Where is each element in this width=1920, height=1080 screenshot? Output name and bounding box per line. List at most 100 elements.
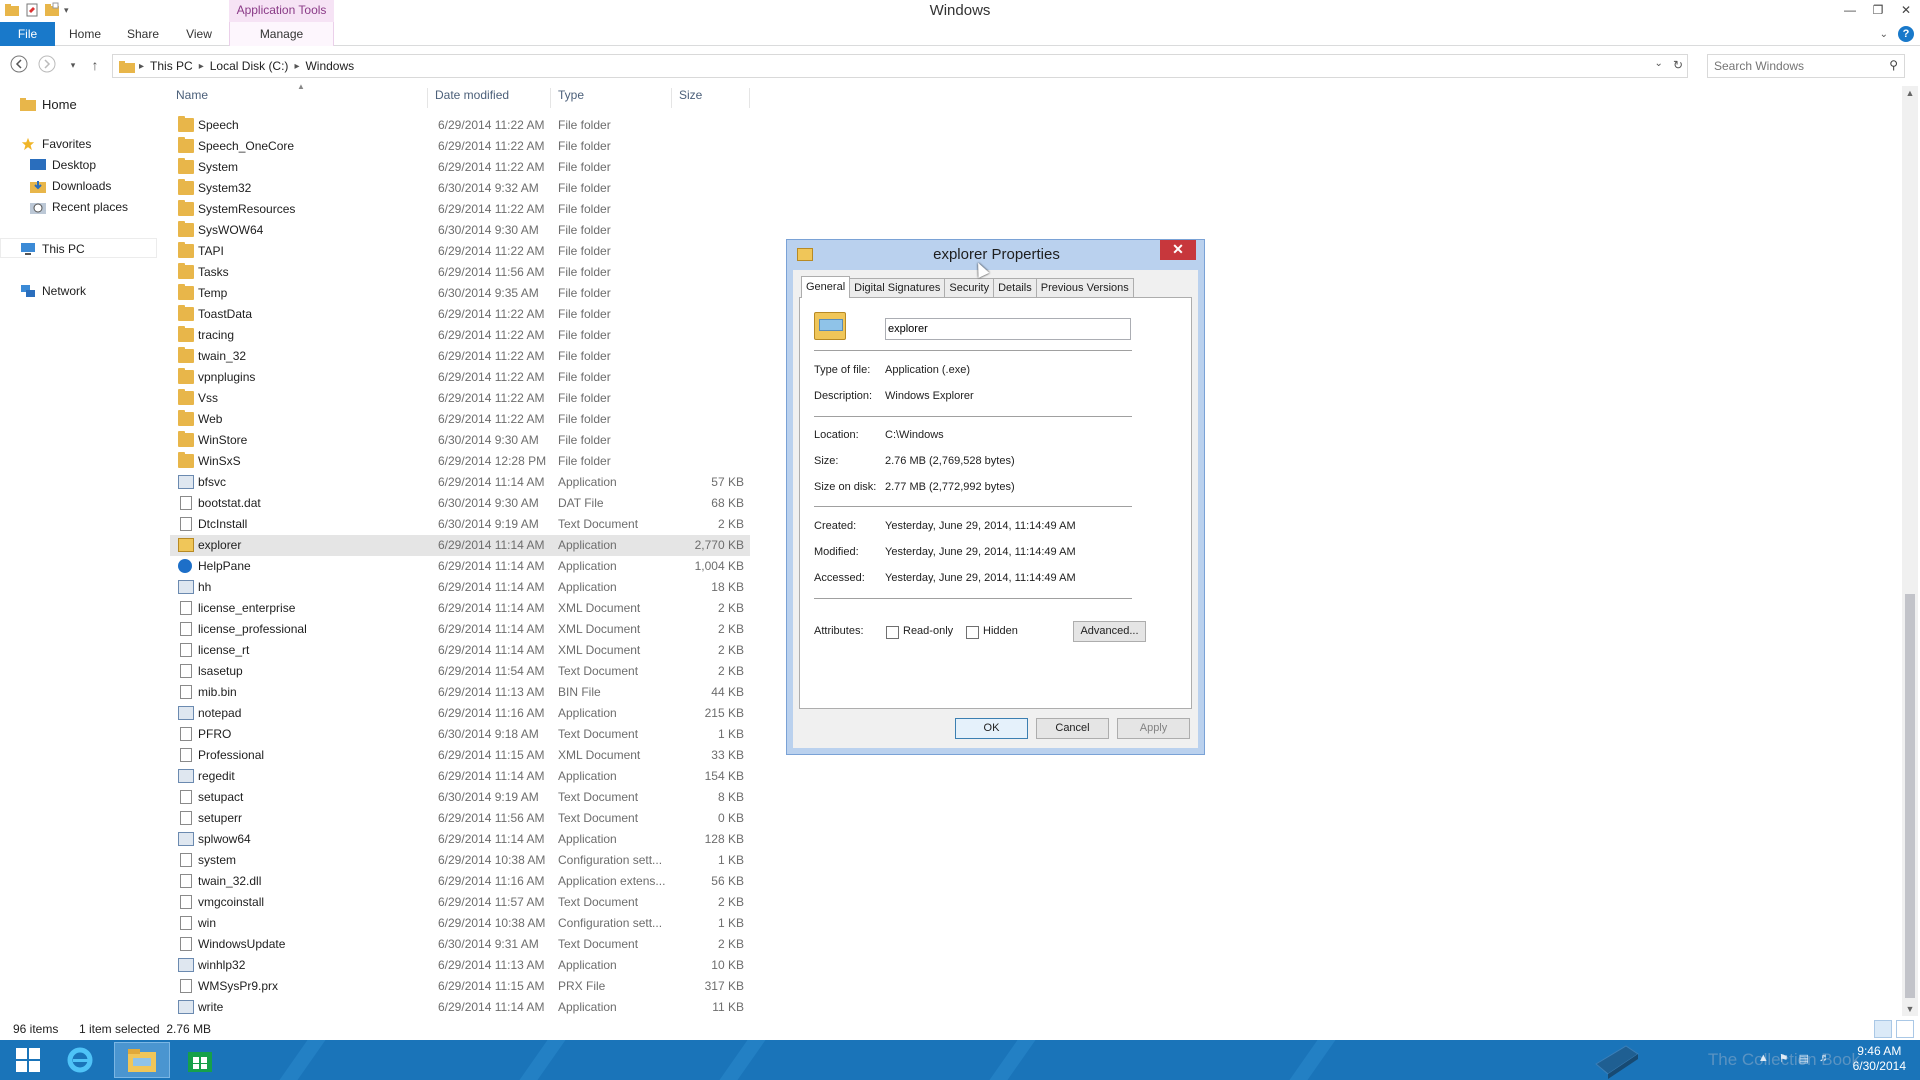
- file-row[interactable]: SysWOW64 6/30/2014 9:30 AM File folder: [170, 220, 750, 241]
- scroll-down-icon[interactable]: ▼: [1902, 1004, 1918, 1014]
- file-row[interactable]: WMSysPr9.prx 6/29/2014 11:15 AM PRX File 31…: [170, 976, 750, 997]
- search-input[interactable]: [1708, 55, 1878, 77]
- file-row[interactable]: HelpPane 6/29/2014 11:14 AM Application 1,0…: [170, 556, 750, 577]
- file-row[interactable]: mib.bin 6/29/2014 11:13 AM BIN File 44 KB: [170, 682, 750, 703]
- nav-item-downloads[interactable]: Downloads: [30, 176, 111, 196]
- nav-item-this-pc[interactable]: This PC: [20, 239, 85, 259]
- file-row[interactable]: notepad 6/29/2014 11:16 AM Application 215 …: [170, 703, 750, 724]
- file-row[interactable]: Temp 6/30/2014 9:35 AM File folder: [170, 283, 750, 304]
- scroll-up-icon[interactable]: ▲: [1902, 88, 1918, 98]
- help-icon[interactable]: ?: [1898, 26, 1914, 42]
- advanced-button[interactable]: Advanced...: [1073, 621, 1146, 642]
- file-row[interactable]: license_enterprise 6/29/2014 11:14 AM XML …: [170, 598, 750, 619]
- expand-ribbon-icon[interactable]: ⌄: [1880, 29, 1888, 40]
- tab-previous-versions[interactable]: Previous Versions: [1035, 278, 1134, 298]
- file-row[interactable]: WinStore 6/30/2014 9:30 AM File folder: [170, 430, 750, 451]
- file-row[interactable]: write 6/29/2014 11:14 AM Application 11 KB: [170, 997, 750, 1018]
- network-tray-icon[interactable]: ▤: [1799, 1052, 1809, 1065]
- file-row[interactable]: ToastData 6/29/2014 11:22 AM File folder: [170, 304, 750, 325]
- close-button[interactable]: ✕: [1892, 0, 1920, 20]
- search-box[interactable]: ⚲: [1707, 54, 1905, 78]
- taskbar-store[interactable]: [176, 1042, 224, 1078]
- nav-item-favorites[interactable]: Favorites: [20, 134, 91, 154]
- file-row[interactable]: tracing 6/29/2014 11:22 AM File folder: [170, 325, 750, 346]
- start-button[interactable]: [4, 1042, 52, 1078]
- breadcrumb-this-pc[interactable]: This PC: [150, 59, 193, 73]
- breadcrumb-windows[interactable]: Windows: [305, 59, 354, 73]
- column-header-type[interactable]: Type: [552, 88, 672, 108]
- details-view-icon[interactable]: [1874, 1020, 1892, 1038]
- file-row[interactable]: system 6/29/2014 10:38 AM Configuration se…: [170, 850, 750, 871]
- file-row[interactable]: splwow64 6/29/2014 11:14 AM Application 128…: [170, 829, 750, 850]
- file-row[interactable]: System 6/29/2014 11:22 AM File folder: [170, 157, 750, 178]
- tab-view[interactable]: View: [176, 22, 222, 46]
- file-row[interactable]: twain_32 6/29/2014 11:22 AM File folder: [170, 346, 750, 367]
- forward-button[interactable]: [36, 55, 58, 77]
- file-row[interactable]: Tasks 6/29/2014 11:56 AM File folder: [170, 262, 750, 283]
- tab-home[interactable]: Home: [62, 22, 108, 46]
- tab-general[interactable]: General: [801, 276, 851, 298]
- refresh-icon[interactable]: ↻: [1673, 58, 1683, 72]
- scrollbar-thumb[interactable]: [1905, 594, 1915, 998]
- dialog-close-button[interactable]: ✕: [1160, 240, 1196, 260]
- column-header-name[interactable]: Name: [170, 88, 428, 108]
- cancel-button[interactable]: Cancel: [1036, 718, 1109, 739]
- file-row[interactable]: Vss 6/29/2014 11:22 AM File folder: [170, 388, 750, 409]
- file-row[interactable]: Web 6/29/2014 11:22 AM File folder: [170, 409, 750, 430]
- taskbar-file-explorer[interactable]: [114, 1042, 170, 1078]
- file-row[interactable]: winhlp32 6/29/2014 11:13 AM Application 10 …: [170, 955, 750, 976]
- file-row[interactable]: setupact 6/30/2014 9:19 AM Text Document 8 …: [170, 787, 750, 808]
- file-row[interactable]: setuperr 6/29/2014 11:56 AM Text Document 0…: [170, 808, 750, 829]
- show-hidden-icons-icon[interactable]: ▲: [1758, 1052, 1769, 1065]
- taskbar-internet-explorer[interactable]: [56, 1042, 104, 1078]
- file-row[interactable]: PFRO 6/30/2014 9:18 AM Text Document 1 KB: [170, 724, 750, 745]
- vertical-scrollbar[interactable]: ▲ ▼: [1902, 86, 1918, 1016]
- file-row[interactable]: regedit 6/29/2014 11:14 AM Application 154 …: [170, 766, 750, 787]
- address-dropdown-icon[interactable]: ⌄: [1655, 58, 1663, 72]
- file-row[interactable]: bfsvc 6/29/2014 11:14 AM Application 57 KB: [170, 472, 750, 493]
- file-row[interactable]: SystemResources 6/29/2014 11:22 AM File fo…: [170, 199, 750, 220]
- up-button[interactable]: ↑: [84, 55, 106, 77]
- nav-item-desktop[interactable]: Desktop: [30, 155, 96, 175]
- tab-file[interactable]: File: [0, 22, 55, 46]
- breadcrumb-local-disk[interactable]: Local Disk (C:): [210, 59, 289, 73]
- clock[interactable]: 9:46 AM 6/30/2014: [1853, 1044, 1906, 1074]
- tab-share[interactable]: Share: [120, 22, 166, 46]
- file-row[interactable]: System32 6/30/2014 9:32 AM File folder: [170, 178, 750, 199]
- file-row[interactable]: explorer 6/29/2014 11:14 AM Application 2,7…: [170, 535, 750, 556]
- flag-icon[interactable]: ⚑: [1779, 1052, 1789, 1065]
- tab-manage[interactable]: Manage: [229, 22, 334, 46]
- large-icons-view-icon[interactable]: [1896, 1020, 1914, 1038]
- back-button[interactable]: [8, 55, 30, 77]
- hidden-checkbox[interactable]: [966, 626, 979, 639]
- file-row[interactable]: DtcInstall 6/30/2014 9:19 AM Text Document…: [170, 514, 750, 535]
- file-row[interactable]: Professional 6/29/2014 11:15 AM XML Docume…: [170, 745, 750, 766]
- apply-button[interactable]: Apply: [1117, 718, 1190, 739]
- restore-button[interactable]: ❐: [1864, 0, 1892, 20]
- file-row[interactable]: win 6/29/2014 10:38 AM Configuration sett.…: [170, 913, 750, 934]
- address-field[interactable]: ▸ This PC ▸ Local Disk (C:) ▸ Windows ⌄ …: [112, 54, 1688, 78]
- volume-icon[interactable]: ♬: [1819, 1052, 1830, 1065]
- file-row[interactable]: vmgcoinstall 6/29/2014 11:57 AM Text Docum…: [170, 892, 750, 913]
- column-header-size[interactable]: Size: [673, 88, 750, 108]
- ok-button[interactable]: OK: [955, 718, 1028, 739]
- file-row[interactable]: hh 6/29/2014 11:14 AM Application 18 KB: [170, 577, 750, 598]
- file-row[interactable]: Speech 6/29/2014 11:22 AM File folder: [170, 115, 750, 136]
- tab-security[interactable]: Security: [944, 278, 995, 298]
- search-icon[interactable]: ⚲: [1889, 58, 1898, 72]
- file-row[interactable]: twain_32.dll 6/29/2014 11:16 AM Applicatio…: [170, 871, 750, 892]
- file-name-field[interactable]: [885, 318, 1131, 340]
- recent-locations-button[interactable]: ▾: [62, 55, 84, 77]
- minimize-button[interactable]: —: [1836, 0, 1864, 20]
- file-row[interactable]: license_professional 6/29/2014 11:14 AM XM…: [170, 619, 750, 640]
- tab-digital-signatures[interactable]: Digital Signatures: [849, 278, 946, 298]
- file-row[interactable]: lsasetup 6/29/2014 11:54 AM Text Document 2…: [170, 661, 750, 682]
- nav-item-network[interactable]: Network: [20, 281, 86, 301]
- file-row[interactable]: WindowsUpdate 6/30/2014 9:31 AM Text Docum…: [170, 934, 750, 955]
- file-row[interactable]: TAPI 6/29/2014 11:22 AM File folder: [170, 241, 750, 262]
- nav-item-recent-places[interactable]: Recent places: [30, 197, 128, 217]
- file-row[interactable]: Speech_OneCore 6/29/2014 11:22 AM File fol…: [170, 136, 750, 157]
- nav-item-home[interactable]: Home: [20, 94, 77, 114]
- file-row[interactable]: WinSxS 6/29/2014 12:28 PM File folder: [170, 451, 750, 472]
- file-row[interactable]: license_rt 6/29/2014 11:14 AM XML Document…: [170, 640, 750, 661]
